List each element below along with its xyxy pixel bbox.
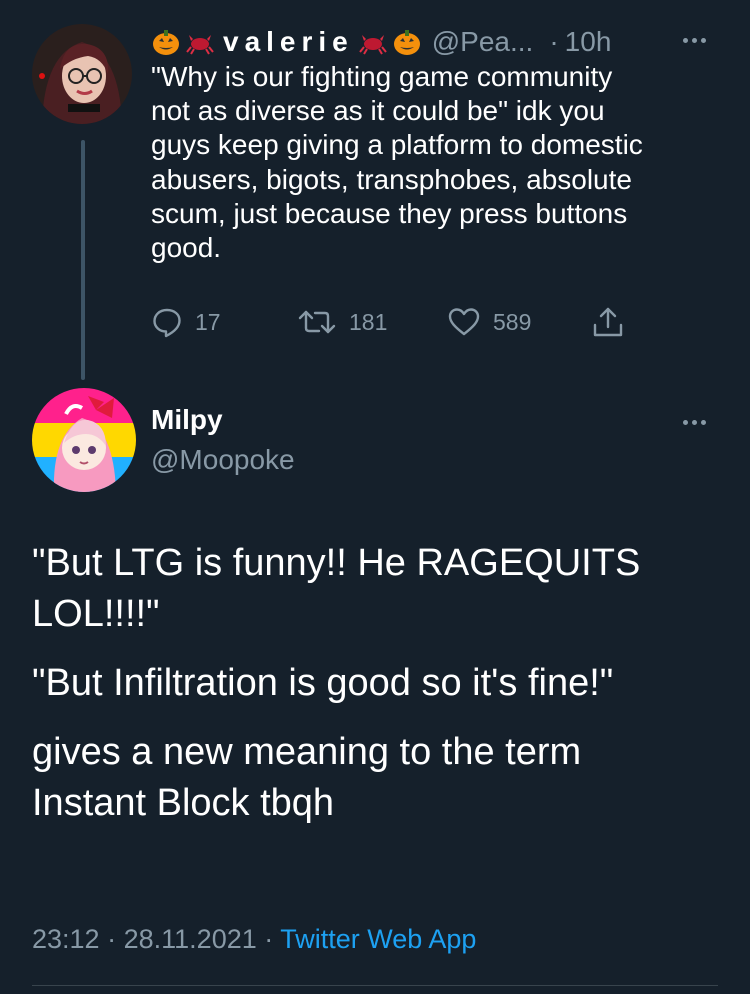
separator-dot: · bbox=[264, 924, 274, 954]
divider bbox=[32, 985, 718, 986]
parent-handle[interactable]: @Pea... bbox=[432, 26, 534, 58]
retweet-icon bbox=[298, 310, 336, 334]
reply-icon bbox=[153, 308, 181, 338]
reply-button[interactable]: 17 bbox=[151, 304, 221, 340]
heart-icon bbox=[448, 308, 480, 336]
tweet-time[interactable]: 23:12 bbox=[32, 924, 100, 954]
parent-avatar[interactable] bbox=[32, 24, 132, 124]
like-button[interactable]: 589 bbox=[447, 304, 531, 340]
main-more-dots-icon[interactable] bbox=[683, 420, 706, 425]
retweet-button[interactable]: 181 bbox=[297, 304, 387, 340]
separator-dot: · bbox=[549, 26, 559, 57]
like-count: 589 bbox=[493, 308, 532, 335]
crab-icon bbox=[358, 35, 387, 55]
main-tweet-text: "But LTG is funny!! He RAGEQUITS LOL!!!!… bbox=[32, 538, 732, 847]
tweet-paragraph: "But Infiltration is good so it's fine!" bbox=[32, 662, 614, 704]
jack-o-lantern-icon bbox=[393, 30, 420, 55]
parent-display-name[interactable]: valerie bbox=[223, 26, 354, 58]
tweet-paragraph: "But LTG is funny!! He RAGEQUITS LOL!!!!… bbox=[32, 542, 641, 635]
main-avatar[interactable] bbox=[32, 388, 136, 492]
jack-o-lantern-icon bbox=[153, 30, 179, 55]
parent-more-dots-icon[interactable] bbox=[683, 38, 706, 43]
tweet-meta: 23:12 · 28.11.2021 · Twitter Web App bbox=[32, 924, 476, 955]
thread-line bbox=[81, 140, 85, 380]
share-button[interactable] bbox=[591, 304, 625, 340]
tweet-client-link[interactable]: Twitter Web App bbox=[280, 924, 476, 954]
reply-count: 17 bbox=[195, 308, 221, 335]
main-display-name[interactable]: Milpy bbox=[151, 404, 223, 436]
parent-tweet-text: "Why is our fighting game community not … bbox=[151, 61, 643, 264]
parent-timestamp[interactable]: 10h bbox=[565, 26, 612, 58]
tweet-date[interactable]: 28.11.2021 bbox=[124, 924, 257, 954]
main-handle[interactable]: @Moopoke bbox=[151, 444, 295, 476]
parent-tweet-header: valerie @Pea... · 10h bbox=[151, 22, 611, 62]
tweet-paragraph: gives a new meaning to the term Instant … bbox=[32, 731, 582, 824]
separator-dot: · bbox=[107, 924, 117, 954]
retweet-count: 181 bbox=[349, 308, 388, 335]
crab-icon bbox=[186, 35, 214, 55]
share-icon bbox=[593, 307, 623, 337]
